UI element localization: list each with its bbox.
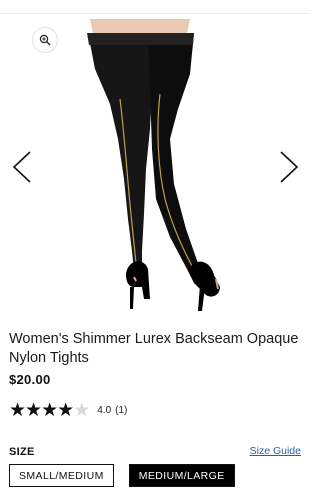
star-filled-icon: ★ [41, 400, 59, 421]
size-options: SMALL/MEDIUM MEDIUM/LARGE [9, 464, 250, 487]
product-rating[interactable]: ★ ★ ★ ★ ★ 4.0 (1) [9, 401, 127, 420]
zoom-in-icon [39, 34, 51, 46]
chevron-right-icon[interactable] [277, 150, 301, 184]
star-filled-icon: ★ [57, 400, 75, 421]
zoom-button[interactable] [32, 27, 58, 53]
product-price: $20.00 [9, 372, 51, 387]
product-image [87, 19, 220, 311]
product-title: Women's Shimmer Lurex Backseam Opaque Ny… [9, 331, 299, 366]
rating-stars: ★ ★ ★ ★ ★ [9, 400, 91, 421]
star-filled-icon: ★ [25, 400, 43, 421]
star-empty-icon: ★ [73, 400, 91, 421]
chevron-left-icon[interactable] [10, 150, 34, 184]
star-filled-icon: ★ [9, 400, 27, 421]
product-gallery[interactable] [0, 14, 310, 314]
size-guide-link[interactable]: Size Guide [250, 445, 301, 457]
size-label: SIZE [9, 446, 35, 458]
rating-value: 4.0 [97, 405, 112, 416]
size-option-medium-large[interactable]: MEDIUM/LARGE [128, 464, 235, 487]
review-count[interactable]: (1) [115, 405, 127, 416]
size-option-small-medium[interactable]: SMALL/MEDIUM [9, 464, 114, 487]
